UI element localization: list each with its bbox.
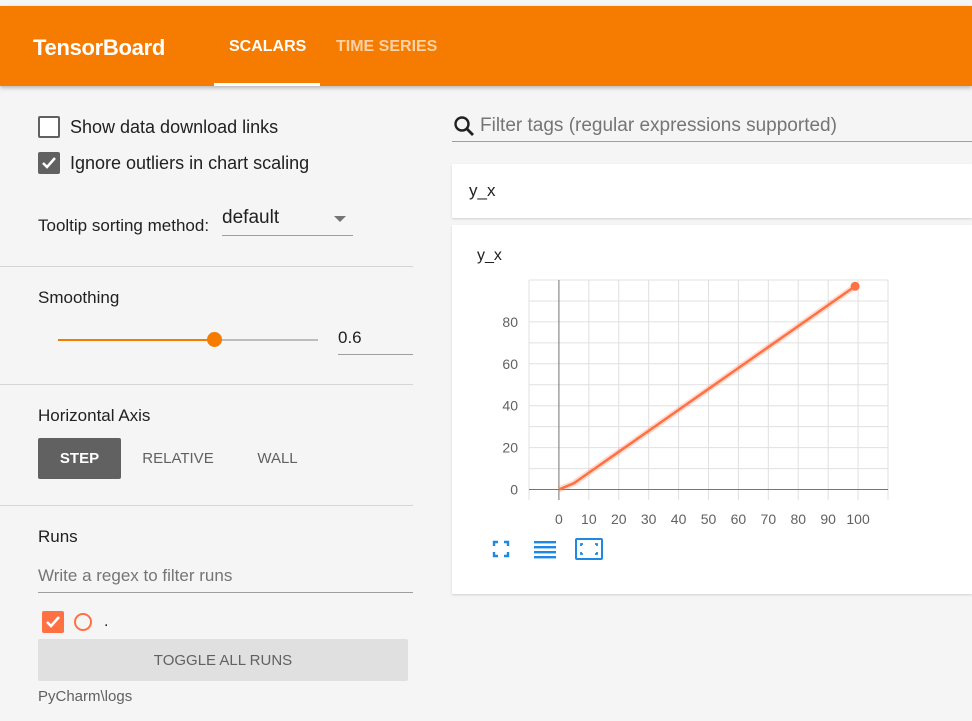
ignore-outliers-option[interactable]: Ignore outliers in chart scaling bbox=[38, 152, 309, 174]
fullscreen-icon[interactable] bbox=[487, 537, 515, 561]
app-brand: TensorBoard bbox=[33, 35, 165, 60]
axis-relative-button[interactable]: RELATIVE bbox=[134, 438, 222, 479]
tooltip-sorting-value: default bbox=[222, 207, 280, 228]
smoothing-slider-fill bbox=[58, 339, 214, 341]
toggle-all-runs-button[interactable]: TOGGLE ALL RUNS bbox=[38, 639, 408, 681]
x-tick-label: 60 bbox=[731, 511, 747, 527]
show-download-links-checkbox[interactable] bbox=[38, 116, 60, 138]
ignore-outliers-checkbox[interactable] bbox=[38, 152, 60, 174]
fit-domain-icon[interactable] bbox=[575, 537, 603, 561]
horizontal-axis-title: Horizontal Axis bbox=[38, 406, 151, 425]
chart-title: y_x bbox=[477, 247, 502, 264]
runs-filter-input[interactable]: Write a regex to filter runs bbox=[38, 566, 413, 593]
y-tick-label: 20 bbox=[502, 440, 518, 456]
tooltip-sorting-select[interactable]: default bbox=[222, 207, 354, 236]
x-tick-label: 40 bbox=[671, 511, 687, 527]
show-download-links-option[interactable]: Show data download links bbox=[38, 116, 278, 138]
tag-group-title: y_x bbox=[469, 181, 496, 200]
chart-toolbar bbox=[487, 537, 619, 561]
tab-scalars[interactable]: SCALARS bbox=[229, 38, 306, 56]
x-tick-label: 70 bbox=[761, 511, 777, 527]
toggle-log-scale-icon[interactable] bbox=[531, 537, 559, 561]
sidebar: Show data download links Ignore outliers… bbox=[0, 86, 414, 721]
dropdown-arrow-icon bbox=[334, 216, 347, 222]
smoothing-slider-thumb[interactable] bbox=[207, 332, 222, 347]
axis-step-button[interactable]: STEP bbox=[38, 438, 121, 479]
x-tick-label: 90 bbox=[820, 511, 836, 527]
app-header: TensorBoard SCALARS TIME SERIES bbox=[0, 6, 972, 86]
x-tick-label: 0 bbox=[555, 511, 563, 527]
divider bbox=[0, 505, 413, 506]
runs-title: Runs bbox=[38, 527, 78, 546]
smoothing-title: Smoothing bbox=[38, 288, 120, 307]
y-tick-label: 60 bbox=[502, 356, 518, 372]
run-checkbox[interactable] bbox=[42, 611, 64, 633]
x-tick-label: 10 bbox=[581, 511, 597, 527]
x-tick-label: 50 bbox=[701, 511, 717, 527]
smoothing-slider[interactable] bbox=[58, 332, 318, 347]
x-tick-label: 80 bbox=[790, 511, 806, 527]
series-endpoint bbox=[850, 281, 860, 291]
tooltip-sorting-label: Tooltip sorting method: bbox=[38, 216, 210, 235]
divider bbox=[0, 266, 413, 267]
ignore-outliers-label: Ignore outliers in chart scaling bbox=[70, 152, 310, 173]
show-download-links-label: Show data download links bbox=[70, 116, 279, 137]
run-item: . bbox=[42, 611, 108, 633]
divider bbox=[0, 384, 413, 385]
tag-filter[interactable]: Filter tags (regular expressions support… bbox=[452, 110, 972, 142]
y-tick-label: 80 bbox=[502, 314, 518, 330]
tag-filter-placeholder: Filter tags (regular expressions support… bbox=[480, 114, 837, 136]
search-icon bbox=[454, 115, 474, 136]
x-tick-label: 30 bbox=[641, 511, 657, 527]
y-tick-label: 0 bbox=[510, 482, 518, 498]
y-tick-label: 40 bbox=[502, 398, 518, 414]
run-name: . bbox=[104, 613, 109, 630]
run-color-dot[interactable] bbox=[74, 613, 92, 631]
smoothing-value-input[interactable]: 0.6 bbox=[338, 328, 413, 355]
logdir-label: PyCharm\logs bbox=[38, 688, 133, 705]
scalar-chart-card: 0 10 20 30 40 50 60 70 80 90 100 0 20 40 60 80 y_x bbox=[452, 225, 972, 594]
tag-group-header[interactable]: y_x bbox=[452, 164, 972, 218]
axis-wall-button[interactable]: WALL bbox=[240, 438, 315, 479]
tooltip-sorting-row: Tooltip sorting method: default bbox=[38, 207, 354, 236]
tab-time-series[interactable]: TIME SERIES bbox=[336, 38, 437, 56]
x-tick-label: 100 bbox=[846, 511, 870, 527]
x-tick-label: 20 bbox=[611, 511, 627, 527]
